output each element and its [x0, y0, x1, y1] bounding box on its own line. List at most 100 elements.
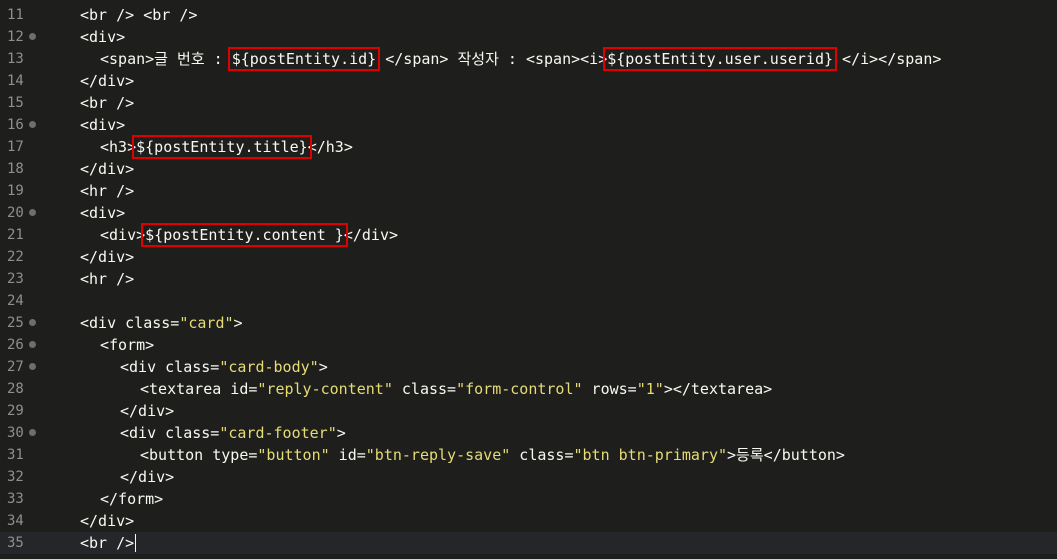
fold-toggle-icon[interactable]	[29, 319, 36, 326]
code-token: <div>	[80, 204, 126, 222]
code-token: </div>	[80, 160, 135, 178]
code-token: <hr />	[80, 182, 135, 200]
code-string: "card-footer"	[219, 424, 337, 442]
line-number: 18	[7, 161, 24, 177]
code-text: <form>	[100, 334, 154, 356]
code-line[interactable]: 25 <div class="card">	[0, 312, 1057, 334]
code-token: <hr />	[80, 270, 135, 288]
line-number: 33	[7, 491, 24, 507]
line-number: 35	[7, 535, 24, 551]
code-line[interactable]: 24	[0, 290, 1057, 312]
code-line[interactable]: 15 <br />	[0, 92, 1057, 114]
code-line[interactable]: 28 <textarea id="reply-content" class="fo…	[0, 378, 1057, 400]
code-text: <br />	[80, 92, 134, 114]
code-token: </div>	[120, 468, 175, 486]
fold-toggle-icon[interactable]	[29, 341, 36, 348]
code-text: </div>	[80, 246, 134, 268]
line-number: 19	[7, 183, 24, 199]
code-token: >	[336, 424, 346, 442]
highlight-box	[132, 135, 312, 159]
code-token: <form>	[100, 336, 155, 354]
line-number: 17	[7, 139, 24, 155]
code-line[interactable]: 31 <button type="button" id="btn-reply-sa…	[0, 444, 1057, 466]
code-text: <hr />	[80, 180, 134, 202]
line-number: 24	[7, 293, 24, 309]
code-text: <br /> <br />	[80, 4, 197, 26]
code-token: <div class=	[80, 314, 180, 332]
code-line[interactable]: 20 <div>	[0, 202, 1057, 224]
code-line[interactable]: 16 <div>	[0, 114, 1057, 136]
code-string: "card"	[179, 314, 234, 332]
code-text: </div>	[120, 466, 174, 488]
code-line[interactable]: 12 <div>	[0, 26, 1057, 48]
fold-toggle-icon[interactable]	[29, 209, 36, 216]
code-line[interactable]: 29 </div>	[0, 400, 1057, 422]
code-line[interactable]: 22 </div>	[0, 246, 1057, 268]
highlight-box	[603, 47, 838, 71]
code-token: </form>	[100, 490, 164, 508]
code-text: <div class="card-footer">	[120, 422, 346, 444]
code-text: </div>	[80, 510, 134, 532]
code-token: <div class=	[120, 358, 220, 376]
code-token: >	[233, 314, 243, 332]
code-token: </div>	[80, 248, 135, 266]
code-line[interactable]: 23 <hr />	[0, 268, 1057, 290]
line-number: 15	[7, 95, 24, 111]
line-number: 14	[7, 73, 24, 89]
code-token: <button type=	[140, 446, 258, 464]
code-token: <div>	[80, 28, 126, 46]
code-text: </div>	[80, 70, 134, 92]
line-number: 13	[7, 51, 24, 67]
line-number: 34	[7, 513, 24, 529]
code-text: <textarea id="reply-content" class="form…	[140, 378, 772, 400]
line-number: 31	[7, 447, 24, 463]
code-token: </div>	[80, 512, 135, 530]
code-text: <div class="card">	[80, 312, 243, 334]
code-token: rows=	[582, 380, 637, 398]
code-text: <button type="button" id="btn-reply-save…	[140, 444, 845, 466]
code-line[interactable]: 27 <div class="card-body">	[0, 356, 1057, 378]
code-line[interactable]: 35 <br />	[0, 532, 1057, 554]
code-line[interactable]: 11 <br /> <br />	[0, 4, 1057, 26]
code-line[interactable]: 34 </div>	[0, 510, 1057, 532]
code-string: "btn btn-primary"	[573, 446, 728, 464]
code-line[interactable]: 26 <form>	[0, 334, 1057, 356]
fold-toggle-icon[interactable]	[29, 33, 36, 40]
code-text: </div>	[80, 158, 134, 180]
code-token: <div>	[80, 116, 126, 134]
code-line[interactable]: 14 </div>	[0, 70, 1057, 92]
code-editor[interactable]: 11 <br /> <br /> 12 <div> 13 <span>글 번호 : ${p…	[0, 0, 1057, 559]
line-number: 22	[7, 249, 24, 265]
code-text: <div>	[80, 114, 125, 136]
code-line[interactable]: 30 <div class="card-footer">	[0, 422, 1057, 444]
code-token: <div class=	[120, 424, 220, 442]
code-string: "1"	[636, 380, 664, 398]
code-string: "form-control"	[456, 380, 583, 398]
fold-toggle-icon[interactable]	[29, 363, 36, 370]
fold-toggle-icon[interactable]	[29, 429, 36, 436]
line-number: 32	[7, 469, 24, 485]
code-token: <br />	[80, 534, 135, 552]
code-token: <textarea id=	[140, 380, 258, 398]
code-text: </form>	[100, 488, 163, 510]
code-token: class=	[392, 380, 457, 398]
code-line[interactable]: 32 </div>	[0, 466, 1057, 488]
highlight-box	[141, 223, 348, 247]
code-line[interactable]: 13 <span>글 번호 : ${postEntity.id} </span> …	[0, 48, 1057, 70]
code-text: <div>	[80, 202, 125, 224]
fold-toggle-icon[interactable]	[29, 121, 36, 128]
code-text: <div>	[80, 26, 125, 48]
code-string: "card-body"	[219, 358, 319, 376]
code-line[interactable]: 19 <hr />	[0, 180, 1057, 202]
code-token: <br />	[80, 94, 135, 112]
code-token: </div>	[80, 72, 135, 90]
code-token: <br /> <br />	[80, 6, 198, 24]
line-number: 21	[7, 227, 24, 243]
code-token: class=	[510, 446, 574, 464]
code-line[interactable]: 18 </div>	[0, 158, 1057, 180]
code-line[interactable]: 33 </form>	[0, 488, 1057, 510]
code-text: <br />	[80, 532, 134, 554]
code-token: ></textarea>	[663, 380, 773, 398]
code-token: >등록</button>	[727, 446, 845, 464]
code-string: "button"	[257, 446, 330, 464]
